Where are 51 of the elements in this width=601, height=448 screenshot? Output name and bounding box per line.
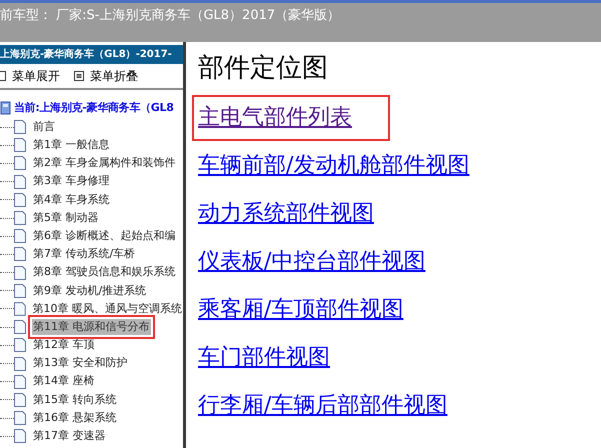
sidebar-title: 上海别克-豪华商务车（GL8）-2017-	[0, 47, 172, 62]
document-icon	[14, 302, 26, 316]
document-icon	[14, 429, 26, 444]
expand-menu-button[interactable]: 菜单展开	[0, 67, 60, 85]
document-icon	[14, 229, 26, 244]
document-icon	[14, 174, 26, 189]
tree-item[interactable]: 第5章 制动器	[32, 210, 100, 226]
document-icon	[14, 211, 26, 226]
link[interactable]: 车门部件视图	[198, 343, 330, 373]
tree-item[interactable]: 第9章 发动机/推进系统	[32, 282, 148, 300]
tree-item[interactable]: 第14章 座椅	[32, 373, 96, 390]
tree-item[interactable]: 前言	[32, 118, 56, 136]
document-icon	[14, 338, 26, 352]
tree-item[interactable]: 第8章 驾驶员信息和娱乐系统	[32, 264, 176, 281]
document-icon	[14, 192, 26, 207]
tree-item[interactable]: 第11章 电源和信号分布	[32, 318, 150, 336]
book-icon	[0, 101, 12, 115]
tree-item[interactable]: 第15章 转向系统	[32, 392, 118, 408]
tree-root[interactable]: 当前:上海别克-豪华商务车（GL8	[14, 100, 174, 116]
link[interactable]: 仪表板/中控台部件视图	[198, 247, 426, 277]
minus-box-icon	[74, 71, 84, 81]
document-icon	[14, 411, 26, 426]
collapse-menu-button[interactable]: 菜单折叠	[74, 67, 138, 85]
document-icon	[14, 284, 26, 298]
document-icon	[14, 138, 26, 152]
tree-item[interactable]: 第3章 车身修理	[32, 173, 110, 190]
page-heading: 部件定位图	[198, 52, 329, 85]
tree-item[interactable]: 第7章 传动系统/车桥	[32, 246, 136, 263]
tree-item[interactable]: 第17章 变速器	[32, 428, 106, 445]
document-icon	[14, 392, 26, 407]
document-icon	[14, 120, 26, 134]
document-icon	[14, 266, 26, 280]
link[interactable]: 动力系统部件视图	[198, 199, 374, 229]
document-icon	[14, 374, 26, 389]
link[interactable]: 车辆前部/发动机舱部件视图	[198, 151, 470, 181]
tree-item[interactable]: 第4章 车身系统	[32, 192, 110, 208]
link[interactable]: 主电气部件列表	[198, 105, 352, 130]
tree-item[interactable]: 第12章 车顶	[32, 337, 96, 354]
tree-item[interactable]: 第13章 安全和防护	[32, 355, 128, 372]
document-icon	[14, 356, 26, 371]
link[interactable]: 行李厢/车辆后部部件视图	[198, 391, 448, 421]
tree-item[interactable]: 第10章 暖风、通风与空调系统	[32, 300, 183, 318]
tree-item[interactable]: 第6章 诊断概述、起始点和编	[32, 228, 176, 244]
window-title: 前车型： 厂家:S-上海别克商务车（GL8）2017（豪华版）	[0, 7, 342, 25]
link[interactable]: 乘客厢/车顶部件视图	[198, 295, 404, 325]
tree-item[interactable]: 第2章 车身金属构件和装饰件	[32, 155, 176, 172]
document-icon	[14, 320, 26, 334]
document-icon	[14, 156, 26, 170]
tree-item[interactable]: 第16章 悬架系统	[32, 410, 118, 426]
document-icon	[14, 247, 26, 262]
tree-item[interactable]: 第1章 一般信息	[32, 137, 110, 154]
